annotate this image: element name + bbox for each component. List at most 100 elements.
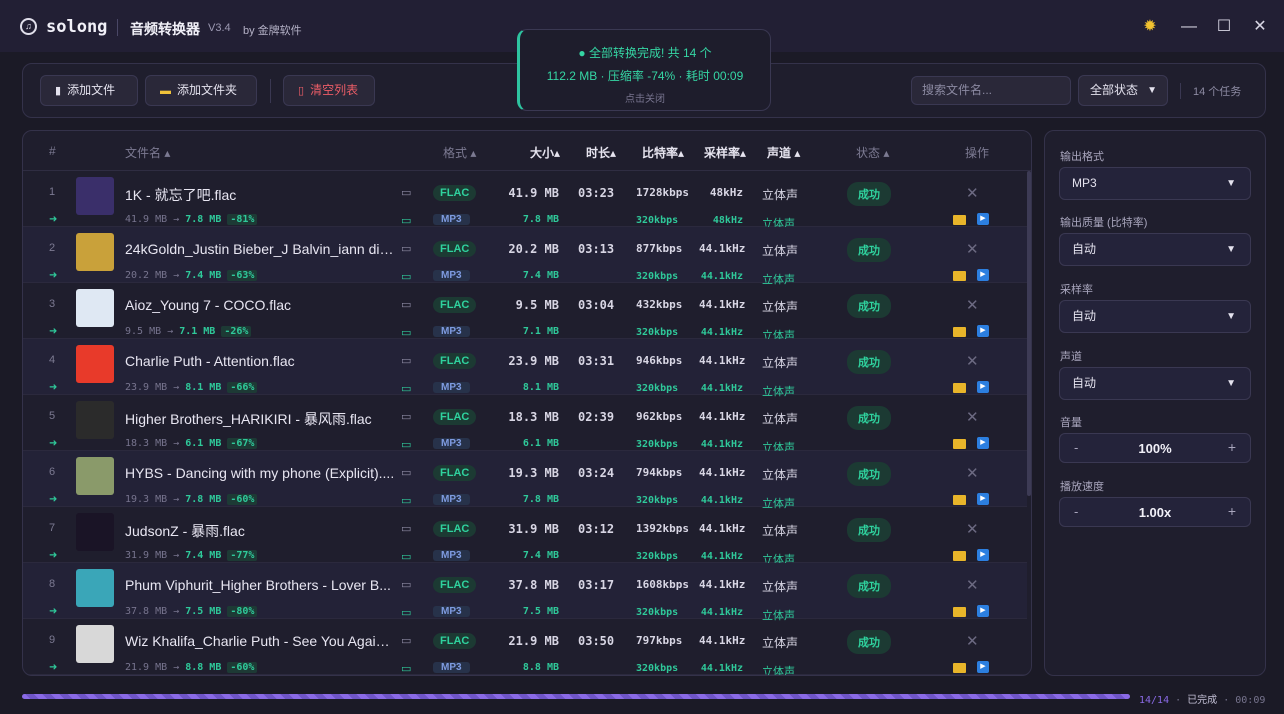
output-folder-icon[interactable]: ▭ xyxy=(401,494,411,507)
source-folder-icon[interactable]: ▭ xyxy=(401,634,411,647)
open-folder-icon[interactable] xyxy=(953,551,966,561)
channel-select[interactable]: 自动 ▼ xyxy=(1059,367,1251,400)
remove-icon[interactable]: ✕ xyxy=(966,240,979,258)
output-folder-icon[interactable]: ▭ xyxy=(401,606,411,619)
open-folder-icon[interactable] xyxy=(953,215,966,225)
table-row[interactable]: 3 ➜ Aioz_Young 7 - COCO.flac 9.5 MB → 7.1 M… xyxy=(23,283,1027,342)
play-icon[interactable]: ▶ xyxy=(977,549,989,561)
status-filter-select[interactable]: 全部状态 ▼ xyxy=(1078,75,1168,106)
row-number: 1 xyxy=(49,186,56,198)
table-row[interactable]: 7 ➜ JudsonZ - 暴雨.flac 31.9 MB → 7.4 MB -77%… xyxy=(23,507,1027,566)
remove-icon[interactable]: ✕ xyxy=(966,184,979,202)
add-folder-button[interactable]: ▬ 添加文件夹 xyxy=(145,75,257,106)
open-folder-icon[interactable] xyxy=(953,383,966,393)
source-folder-icon[interactable]: ▭ xyxy=(401,466,411,479)
table-row[interactable]: 4 ➜ Charlie Puth - Attention.flac 23.9 MB →… xyxy=(23,339,1027,398)
samplerate-select[interactable]: 自动 ▼ xyxy=(1059,300,1251,333)
output-folder-icon[interactable]: ▭ xyxy=(401,270,411,283)
file-name: Higher Brothers_HARIKIRI - 暴风雨.flac xyxy=(125,411,372,427)
table-row[interactable]: 9 ➜ Wiz Khalifa_Charlie Puth - See You Aga… xyxy=(23,619,1027,675)
input-format-badge: FLAC xyxy=(433,633,477,649)
output-folder-icon[interactable]: ▭ xyxy=(401,214,411,227)
source-folder-icon[interactable]: ▭ xyxy=(401,354,411,367)
open-folder-icon[interactable] xyxy=(953,439,966,449)
play-icon[interactable]: ▶ xyxy=(977,661,989,673)
open-folder-icon[interactable] xyxy=(953,663,966,673)
col-name[interactable]: 文件名 ▴ xyxy=(125,144,170,161)
add-files-label: 添加文件 xyxy=(67,83,116,97)
status-badge: 成功 xyxy=(847,406,891,430)
play-icon[interactable]: ▶ xyxy=(977,325,989,337)
open-folder-icon[interactable] xyxy=(953,271,966,281)
remove-icon[interactable]: ✕ xyxy=(966,408,979,426)
play-icon[interactable]: ▶ xyxy=(977,269,989,281)
quality-select[interactable]: 自动 ▼ xyxy=(1059,233,1251,266)
col-format[interactable]: 格式 ▴ xyxy=(443,144,476,161)
source-folder-icon[interactable]: ▭ xyxy=(401,186,411,199)
col-samplerate[interactable]: 采样率▴ xyxy=(704,144,746,161)
play-icon[interactable]: ▶ xyxy=(977,381,989,393)
remove-icon[interactable]: ✕ xyxy=(966,352,979,370)
output-folder-icon[interactable]: ▭ xyxy=(401,438,411,451)
file-size: 20.2 MB xyxy=(508,242,559,256)
col-channels[interactable]: 声道 ▴ xyxy=(767,144,800,161)
table-row[interactable]: 1 ➜ 1K - 就忘了吧.flac 41.9 MB → 7.8 MB -81% ▭ ▭ F… xyxy=(23,171,1027,230)
source-folder-icon[interactable]: ▭ xyxy=(401,578,411,591)
remove-icon[interactable]: ✕ xyxy=(966,296,979,314)
search-input[interactable]: 搜索文件名... xyxy=(911,76,1071,105)
open-folder-icon[interactable] xyxy=(953,607,966,617)
table-row[interactable]: 8 ➜ Phum Viphurit_Higher Brothers - Lover … xyxy=(23,563,1027,622)
table-scrollbar[interactable] xyxy=(1027,171,1031,496)
chevron-down-icon: ▼ xyxy=(1226,311,1236,322)
source-folder-icon[interactable]: ▭ xyxy=(401,410,411,423)
progress-elapsed: 00:09 xyxy=(1235,695,1266,706)
output-format-select[interactable]: MP3 ▼ xyxy=(1059,167,1251,200)
remove-icon[interactable]: ✕ xyxy=(966,464,979,482)
speed-increase-button[interactable]: + xyxy=(1228,503,1236,519)
col-duration[interactable]: 时长▴ xyxy=(586,144,616,161)
output-folder-icon[interactable]: ▭ xyxy=(401,326,411,339)
album-art xyxy=(76,625,114,663)
volume-increase-button[interactable]: + xyxy=(1228,439,1236,455)
source-folder-icon[interactable]: ▭ xyxy=(401,522,411,535)
remove-icon[interactable]: ✕ xyxy=(966,632,979,650)
minimize-button[interactable]: — xyxy=(1180,18,1198,36)
status-filter-value: 全部状态 xyxy=(1090,83,1139,97)
play-icon[interactable]: ▶ xyxy=(977,437,989,449)
output-folder-icon[interactable]: ▭ xyxy=(401,550,411,563)
output-folder-icon[interactable]: ▭ xyxy=(401,382,411,395)
output-size: 7.5 MB xyxy=(522,606,559,617)
open-folder-icon[interactable] xyxy=(953,327,966,337)
open-folder-icon[interactable] xyxy=(953,495,966,505)
output-format-badge: MP3 xyxy=(433,270,470,281)
remove-icon[interactable]: ✕ xyxy=(966,576,979,594)
duration: 03:50 xyxy=(578,634,615,648)
add-files-button[interactable]: ▮ 添加文件 xyxy=(40,75,138,106)
source-folder-icon[interactable]: ▭ xyxy=(401,242,411,255)
source-folder-icon[interactable]: ▭ xyxy=(401,298,411,311)
output-format-label: 输出格式 xyxy=(1060,151,1104,163)
output-folder-icon[interactable]: ▭ xyxy=(401,662,411,675)
col-size[interactable]: 大小▴ xyxy=(530,144,560,161)
remove-icon[interactable]: ✕ xyxy=(966,520,979,538)
close-window-button[interactable]: ✕ xyxy=(1251,18,1269,36)
completion-toast[interactable]: ● 全部转换完成! 共 14 个 112.2 MB · 压缩率 -74% · 耗… xyxy=(517,29,771,111)
app-vendor: by 金牌软件 xyxy=(243,25,302,37)
file-size: 18.3 MB xyxy=(508,410,559,424)
output-format-badge: MP3 xyxy=(433,606,470,617)
play-icon[interactable]: ▶ xyxy=(977,213,989,225)
play-icon[interactable]: ▶ xyxy=(977,493,989,505)
col-bitrate[interactable]: 比特率▴ xyxy=(642,144,684,161)
table-row[interactable]: 2 ➜ 24kGoldn_Justin Bieber_J Balvin_iann d… xyxy=(23,227,1027,286)
bitrate: 1728kbps xyxy=(636,186,689,199)
maximize-button[interactable]: ☐ xyxy=(1215,18,1233,36)
clear-list-button[interactable]: ▯ 清空列表 xyxy=(283,75,375,106)
table-row[interactable]: 5 ➜ Higher Brothers_HARIKIRI - 暴风雨.flac 18.… xyxy=(23,395,1027,454)
input-format-badge: FLAC xyxy=(433,241,477,257)
col-status[interactable]: 状态 ▴ xyxy=(856,144,889,161)
table-row[interactable]: 6 ➜ HYBS - Dancing with my phone (Explicit… xyxy=(23,451,1027,510)
theme-toggle-icon[interactable]: ✹ xyxy=(1141,18,1159,36)
file-size: 19.3 MB xyxy=(508,466,559,480)
file-size: 37.8 MB xyxy=(508,578,559,592)
play-icon[interactable]: ▶ xyxy=(977,605,989,617)
